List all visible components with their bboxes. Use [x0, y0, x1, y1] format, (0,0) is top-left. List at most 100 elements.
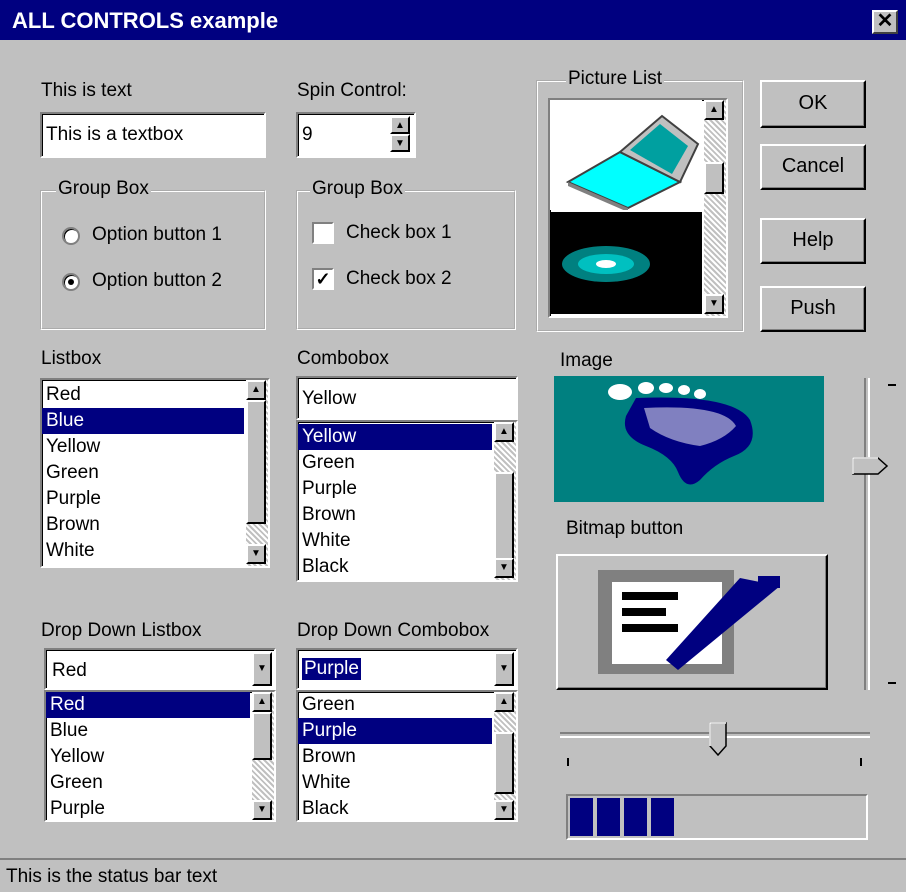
ddlist-scroll-up-button[interactable]: ▲ — [252, 692, 272, 712]
ddlist-scroll-down-button[interactable]: ▼ — [252, 800, 272, 820]
horizontal-slider-tick — [860, 758, 862, 766]
list-item[interactable]: White — [298, 528, 492, 554]
ddlist-scroll-thumb[interactable] — [252, 712, 272, 760]
text-input[interactable]: This is a textbox — [40, 112, 266, 158]
list-item[interactable]: Green — [42, 460, 244, 486]
picture-item-1[interactable] — [550, 100, 702, 212]
list-item[interactable]: Red — [42, 382, 244, 408]
picture-list-scrollbar[interactable]: ▲ ▼ — [704, 100, 726, 316]
combobox-scroll-thumb[interactable] — [494, 472, 514, 560]
combobox-scroll-up-button[interactable]: ▲ — [494, 422, 514, 442]
vertical-slider-tick — [888, 384, 896, 386]
document-edit-icon — [598, 570, 780, 674]
combobox-scroll-down-button[interactable]: ▼ — [494, 558, 514, 578]
push-button[interactable]: Push — [760, 286, 866, 332]
list-item[interactable]: Black — [298, 796, 492, 822]
listbox-items: Red Blue Yellow Green Purple Brown White — [42, 382, 244, 564]
list-item[interactable]: Blue — [46, 718, 250, 744]
option-button-2-label[interactable]: Option button 2 — [92, 270, 222, 292]
spin-up-button[interactable]: ▲ — [390, 116, 410, 134]
close-button[interactable]: ✕ — [872, 10, 898, 34]
listbox-scrollbar[interactable]: ▲ ▼ — [246, 380, 268, 566]
list-item[interactable]: Green — [46, 770, 250, 796]
list-item[interactable]: Purple — [42, 486, 244, 512]
bitmap-button[interactable] — [556, 554, 828, 690]
list-item[interactable]: Brown — [42, 512, 244, 538]
scroll-down-icon: ▼ — [499, 804, 509, 815]
check-box-2[interactable]: ✓ — [312, 268, 334, 290]
slider-thumb-icon — [709, 722, 727, 757]
drop-down-combobox-button[interactable]: ▼ — [494, 652, 514, 686]
chevron-down-icon: ▼ — [499, 663, 509, 674]
list-item[interactable]: Black — [298, 554, 492, 580]
slider-thumb-icon — [852, 457, 889, 476]
progress-segment — [624, 798, 647, 836]
image-label: Image — [560, 350, 613, 371]
picture-list[interactable]: ▲ ▼ — [548, 98, 728, 318]
list-item[interactable]: Yellow — [298, 424, 492, 450]
ok-button[interactable]: OK — [760, 80, 866, 128]
scroll-down-icon: ▼ — [257, 804, 267, 815]
drop-down-listbox-list[interactable]: Red Blue Yellow Green Purple ▲ ▼ — [44, 690, 276, 822]
combobox-list[interactable]: Yellow Green Purple Brown White Black ▲ … — [296, 420, 518, 582]
footprint-image — [554, 376, 824, 502]
list-item[interactable]: Purple — [298, 718, 492, 744]
progress-bar — [566, 794, 868, 840]
option-button-1-radio[interactable] — [62, 227, 80, 245]
spin-down-button[interactable]: ▼ — [390, 134, 410, 152]
list-item[interactable]: Purple — [298, 476, 492, 502]
help-button[interactable]: Help — [760, 218, 866, 264]
vertical-slider-thumb[interactable] — [852, 457, 889, 476]
list-item[interactable]: Purple — [46, 796, 250, 822]
listbox[interactable]: Red Blue Yellow Green Purple Brown White… — [40, 378, 270, 568]
list-item[interactable]: Yellow — [42, 434, 244, 460]
drop-down-combobox-scrollbar[interactable]: ▲ ▼ — [494, 692, 516, 820]
combobox-scrollbar[interactable]: ▲ ▼ — [494, 422, 516, 580]
picture-scroll-up-button[interactable]: ▲ — [704, 100, 724, 120]
drop-down-combobox-list[interactable]: Green Purple Brown White Black ▲ ▼ — [296, 690, 518, 822]
list-item[interactable]: Brown — [298, 502, 492, 528]
check-box-1[interactable] — [312, 222, 334, 244]
combobox-input[interactable]: Yellow — [296, 376, 518, 420]
picture-scroll-thumb[interactable] — [704, 162, 724, 194]
horizontal-slider-thumb[interactable] — [709, 722, 727, 757]
progress-segment — [597, 798, 620, 836]
list-item[interactable]: White — [298, 770, 492, 796]
drop-down-listbox-button[interactable]: ▼ — [252, 652, 272, 686]
ddcombo-scroll-down-button[interactable]: ▼ — [494, 800, 514, 820]
check-box-1-label[interactable]: Check box 1 — [346, 222, 452, 244]
option-button-2-radio[interactable] — [62, 273, 80, 291]
spin-input[interactable]: 9 ▲ ▼ — [296, 112, 416, 158]
list-item[interactable]: Green — [298, 692, 492, 718]
listbox-scroll-thumb[interactable] — [246, 400, 266, 524]
progress-segment — [570, 798, 593, 836]
ddcombo-scroll-thumb[interactable] — [494, 732, 514, 794]
cancel-button[interactable]: Cancel — [760, 144, 866, 190]
combobox-label: Combobox — [297, 348, 389, 369]
listbox-scroll-up-button[interactable]: ▲ — [246, 380, 266, 400]
list-item[interactable]: White — [42, 538, 244, 564]
drop-down-listbox-scrollbar[interactable]: ▲ ▼ — [252, 692, 274, 820]
list-item[interactable]: Yellow — [46, 744, 250, 770]
window-title: ALL CONTROLS example — [12, 8, 279, 33]
title-bar[interactable]: ALL CONTROLS example ✕ — [0, 0, 906, 40]
check-box-2-label[interactable]: Check box 2 — [346, 268, 452, 290]
picture-list-title: Picture List — [566, 68, 664, 90]
ddcombo-scroll-up-button[interactable]: ▲ — [494, 692, 514, 712]
list-item[interactable]: Green — [298, 450, 492, 476]
picture-item-2[interactable] — [550, 212, 702, 314]
picture-scroll-down-button[interactable]: ▼ — [704, 294, 724, 314]
option-button-1-label[interactable]: Option button 1 — [92, 224, 222, 246]
list-item[interactable]: Blue — [42, 408, 244, 434]
monitor-picture-icon — [565, 114, 700, 212]
horizontal-slider-tick — [567, 758, 569, 766]
bitmap-button-label: Bitmap button — [566, 518, 684, 539]
drop-down-listbox[interactable]: Red ▼ — [44, 648, 276, 690]
listbox-scroll-down-button[interactable]: ▼ — [246, 544, 266, 564]
vertical-slider-track[interactable] — [864, 378, 870, 690]
drop-down-combobox[interactable]: Purple ▼ — [296, 648, 518, 690]
scroll-down-icon: ▼ — [251, 548, 261, 559]
list-item[interactable]: Brown — [298, 744, 492, 770]
list-item[interactable]: Red — [46, 692, 250, 718]
progress-segment — [651, 798, 674, 836]
